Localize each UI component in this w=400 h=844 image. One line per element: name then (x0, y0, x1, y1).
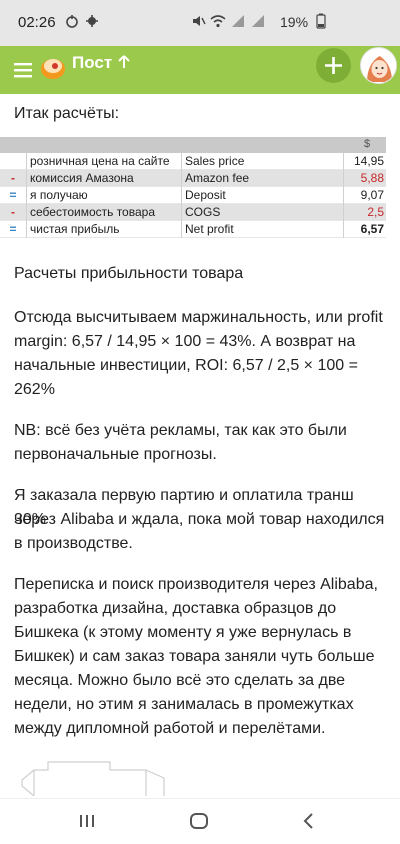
paragraph-margin-line-1: Отсюда высчитываем маржинальность, или p… (14, 309, 383, 326)
app-title[interactable]: Пост (72, 53, 112, 73)
signal-icon-2 (252, 15, 264, 27)
row-label-ru: себестоимость товара (26, 204, 181, 221)
paragraph-nb-line-1: NB: всё без учёта рекламы, так как это б… (14, 422, 347, 439)
row-label-en: Amazon fee (181, 170, 343, 187)
row-value: 14,95 (343, 153, 386, 170)
row-value: 5,88 (343, 170, 386, 187)
paragraph-corr-line-7: между дипломной работой и перелётами. (14, 720, 326, 737)
battery-icon (316, 13, 326, 29)
status-bar: 02:26 19% (0, 0, 400, 46)
status-time: 02:26 (18, 14, 56, 31)
paragraph-corr-line-2: разработка дизайна, доставка образцов до (14, 600, 337, 617)
row-sign: = (9, 222, 17, 236)
home-icon[interactable] (188, 811, 210, 831)
arrow-up-icon[interactable] (116, 54, 132, 70)
row-sign: - (11, 205, 15, 219)
sketch-image (21, 761, 165, 796)
wifi-icon (210, 15, 226, 28)
row-value: 6,57 (343, 221, 386, 238)
mute-icon (193, 16, 206, 26)
row-sign: = (9, 188, 17, 202)
row-sign (0, 153, 26, 170)
paragraph-order-line-2: через Alibaba и ждала, пока мой товар на… (14, 511, 385, 528)
notification-icon (66, 15, 78, 28)
plus-icon (325, 57, 342, 74)
paragraph-corr-line-6: недели, но этим я занималась в промежутк… (14, 696, 354, 713)
table-row: розничная цена на сайте Sales price 14,9… (0, 153, 386, 170)
paragraph-margin-line-4: 262% (14, 381, 55, 398)
app-bar: Пост (0, 46, 400, 94)
intro-text: Итак расчёты: (14, 105, 120, 122)
table-row: - комиссия Амазона Amazon fee 5,88 (0, 170, 386, 187)
table-row: - себестоимость товара COGS 2,5 (0, 204, 386, 221)
row-label-en: COGS (181, 204, 343, 221)
recent-apps-icon[interactable] (76, 811, 98, 831)
profit-table: $ розничная цена на сайте Sales price 14… (0, 137, 386, 239)
paragraph-margin-line-2: margin: 6,57 / 14,95 × 100 = 43%. А возв… (14, 333, 356, 350)
row-label-ru: чистая прибыль (26, 221, 181, 238)
paragraph-order-line-3: в производстве. (14, 535, 133, 552)
add-button[interactable] (316, 48, 351, 83)
paragraph-nb-line-2: первоначальные прогнозы. (14, 446, 217, 463)
paragraph-corr-line-4: Бишкек) и сам заказ товара заняли чуть б… (14, 648, 375, 665)
currency-header: $ (364, 138, 371, 150)
paragraph-corr-line-3: Бишкека (к этому моменту я уже вернулась… (14, 624, 352, 641)
row-sign: - (11, 171, 15, 185)
app-notification-icon (86, 15, 98, 27)
row-label-ru: розничная цена на сайте (26, 153, 181, 170)
row-label-ru: комиссия Амазона (26, 170, 181, 187)
battery-percent: 19% (280, 14, 309, 30)
table-row: = чистая прибыль Net profit 6,57 (0, 221, 386, 238)
table-caption: Расчеты прибыльности товара (14, 265, 244, 282)
avatar[interactable] (360, 47, 397, 84)
back-icon[interactable] (298, 811, 320, 831)
system-nav-bar (0, 798, 400, 844)
row-value: 9,07 (343, 187, 386, 204)
paragraph-corr-line-5: месяца. Можно было всё это сделать за дв… (14, 672, 346, 689)
row-label-en: Net profit (181, 221, 343, 238)
paragraph-corr-line-1: Переписка и поиск производителя через Al… (14, 576, 378, 593)
paragraph-margin-line-3: начальные инвестиции, ROI: 6,57 / 2,5 × … (14, 357, 358, 374)
table-header: $ (0, 137, 386, 153)
table-row: = я получаю Deposit 9,07 (0, 187, 386, 204)
row-value: 2,5 (343, 204, 386, 221)
hamburger-icon[interactable] (10, 56, 38, 84)
row-label-en: Deposit (181, 187, 343, 204)
row-label-ru: я получаю (26, 187, 181, 204)
signal-icon-1 (232, 15, 244, 27)
row-label-en: Sales price (181, 153, 343, 170)
user-avatar-icon (361, 48, 396, 83)
app-logo-icon[interactable] (38, 52, 68, 82)
